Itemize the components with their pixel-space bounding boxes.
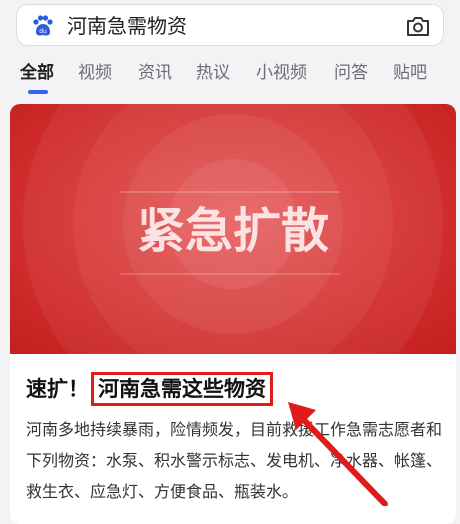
tab-all[interactable]: 全部: [20, 62, 54, 84]
article-title-highlight: 河南急需这些物资: [91, 372, 273, 406]
article-title[interactable]: 速扩！ 河南急需这些物资: [26, 372, 273, 406]
banner-image: 紧急扩散: [10, 104, 456, 354]
baidu-paw-icon: du: [33, 15, 53, 36]
camera-icon[interactable]: [405, 14, 431, 38]
tab-discussion[interactable]: 热议: [196, 62, 230, 84]
search-bar[interactable]: du 河南急需物资: [16, 4, 444, 46]
tab-tieba[interactable]: 贴吧: [393, 62, 427, 84]
tab-bar: 全部 视频 资讯 热议 小视频 问答 贴吧: [0, 56, 460, 96]
active-tab-indicator: [28, 90, 48, 94]
article-title-prefix: 速扩！: [26, 377, 89, 401]
tab-qa[interactable]: 问答: [334, 62, 368, 84]
tab-short-video[interactable]: 小视频: [256, 62, 307, 84]
logo-text: du: [39, 28, 47, 35]
tab-video[interactable]: 视频: [78, 62, 112, 84]
tab-news[interactable]: 资讯: [138, 62, 172, 84]
red-arrow-annotation: [288, 402, 388, 506]
search-input[interactable]: 河南急需物资: [67, 14, 187, 38]
banner-title: 紧急扩散: [137, 203, 329, 259]
